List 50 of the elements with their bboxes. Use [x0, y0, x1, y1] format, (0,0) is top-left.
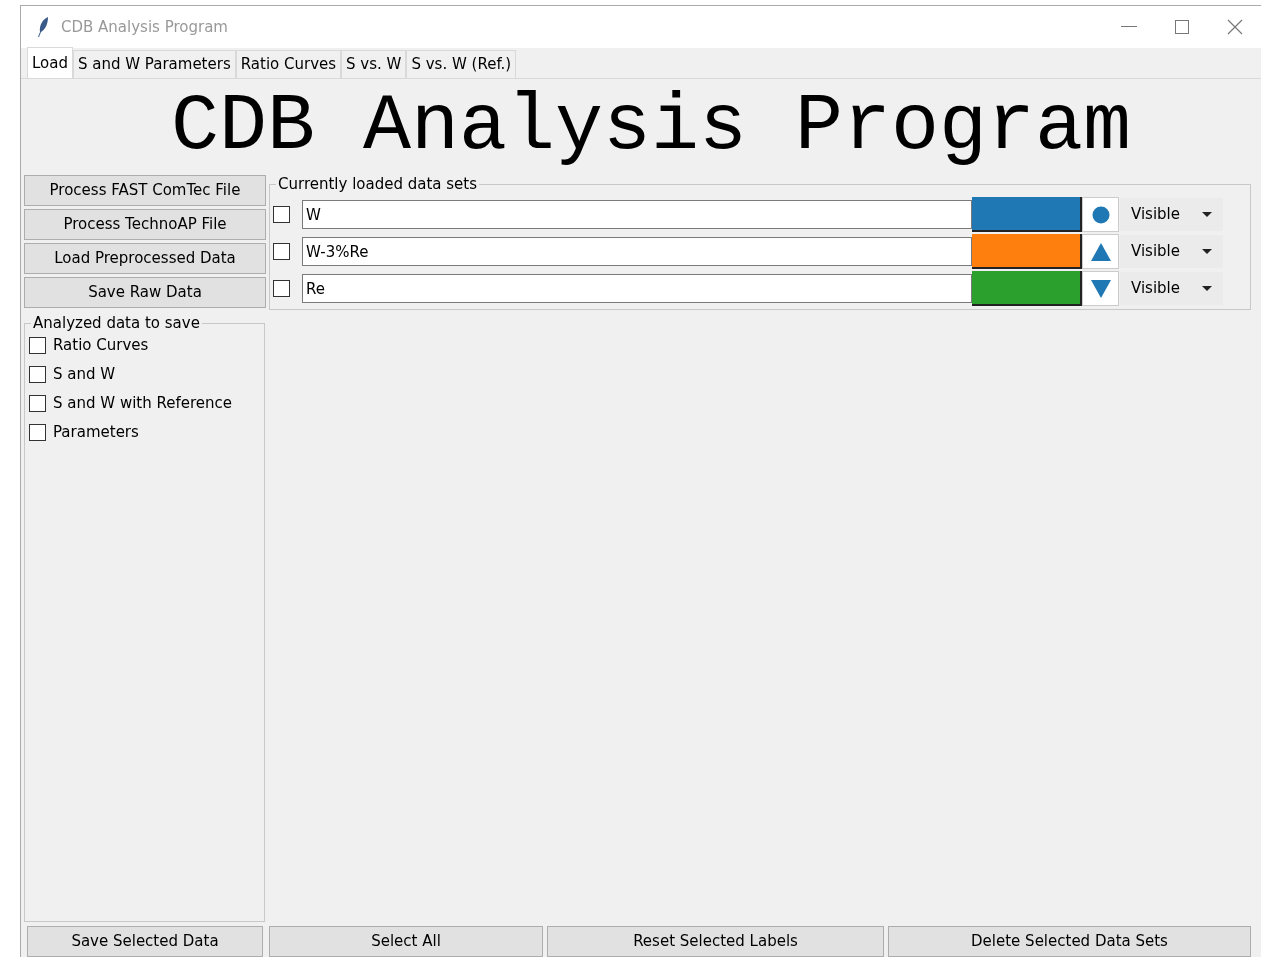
checkbox[interactable]: [273, 280, 290, 297]
bottom-button[interactable]: Delete Selected Data Sets: [888, 926, 1251, 957]
visibility-dropdown[interactable]: Visible: [1120, 272, 1223, 305]
checkbox[interactable]: [273, 243, 290, 260]
tab[interactable]: Load: [27, 47, 73, 78]
bottom-button[interactable]: Reset Selected Labels: [547, 926, 884, 957]
marker-button[interactable]: [1082, 234, 1119, 269]
action-button[interactable]: Save Raw Data: [24, 277, 266, 308]
triangle-up-marker-icon: [1090, 242, 1111, 261]
tab[interactable]: S vs. W (Ref.): [406, 50, 517, 78]
dataset-name-field[interactable]: W-3%Re: [302, 237, 972, 266]
program-heading: CDB Analysis Program: [169, 80, 1133, 174]
option-label: Parameters: [53, 422, 139, 444]
tab[interactable]: S and W Parameters: [73, 50, 236, 78]
dataset-name-field[interactable]: W: [302, 200, 972, 229]
option-label: Ratio Curves: [53, 335, 149, 357]
checkbox[interactable]: [273, 206, 290, 223]
save-selected-button[interactable]: Save Selected Data: [27, 926, 263, 957]
color-swatch[interactable]: [972, 197, 1082, 232]
option-label: S and W: [53, 364, 116, 386]
checkbox[interactable]: [29, 395, 46, 412]
color-swatch[interactable]: [972, 234, 1082, 269]
color-swatch[interactable]: [972, 271, 1082, 306]
visibility-dropdown[interactable]: Visible: [1120, 198, 1223, 231]
marker-button[interactable]: [1082, 271, 1119, 306]
maximize-icon[interactable]: [1175, 20, 1189, 34]
visibility-dropdown[interactable]: Visible: [1120, 235, 1223, 268]
feather-icon: [37, 17, 49, 37]
tab[interactable]: S vs. W: [341, 50, 407, 78]
bottom-button[interactable]: Select All: [269, 926, 543, 957]
dataset-name-field[interactable]: Re: [302, 274, 972, 303]
minimize-icon[interactable]: [1121, 26, 1137, 28]
group-title: Currently loaded data sets: [276, 175, 480, 193]
marker-button[interactable]: [1082, 197, 1119, 232]
option-label: S and W with Reference: [53, 393, 232, 415]
circle-marker-icon: [1091, 205, 1110, 224]
checkbox[interactable]: [29, 337, 46, 354]
action-button[interactable]: Load Preprocessed Data: [24, 243, 266, 274]
checkbox[interactable]: [29, 424, 46, 441]
triangle-down-marker-icon: [1090, 279, 1111, 298]
caret-icon: [1202, 212, 1212, 217]
tab[interactable]: Ratio Curves: [235, 50, 342, 78]
caret-icon: [1202, 249, 1212, 254]
close-icon[interactable]: [1227, 19, 1243, 35]
action-button[interactable]: Process FAST ComTec File: [24, 175, 266, 206]
action-button[interactable]: Process TechnoAP File: [24, 209, 266, 240]
checkbox[interactable]: [29, 366, 46, 383]
caret-icon: [1202, 286, 1212, 291]
window-title: CDB Analysis Program: [61, 16, 228, 38]
group-title: Analyzed data to save: [31, 314, 202, 332]
